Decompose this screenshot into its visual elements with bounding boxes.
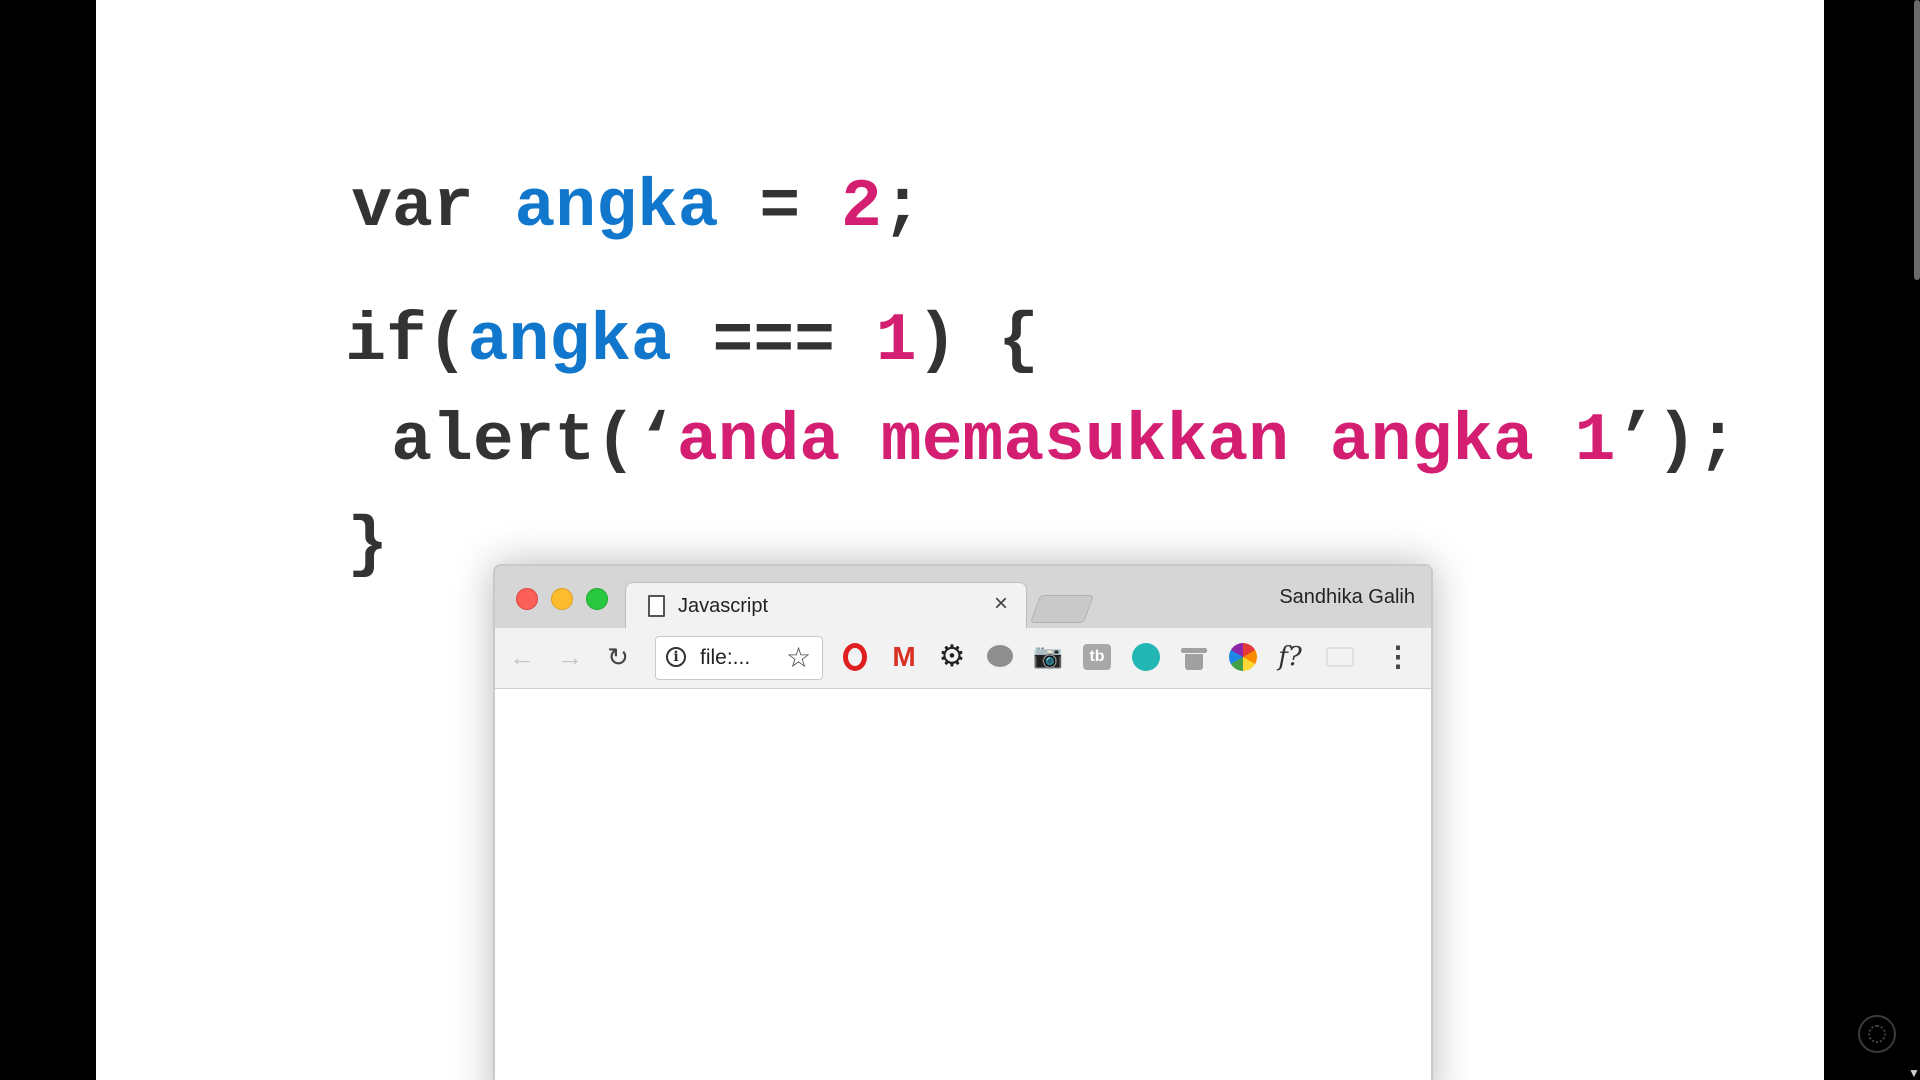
camera-extension-icon[interactable]: 📷 <box>1033 642 1063 672</box>
trash-extension-icon[interactable] <box>1179 642 1209 672</box>
forward-arrow-icon[interactable]: → <box>555 642 585 672</box>
slide: var angka = 2; if(angka === 1) { alert(‘… <box>96 0 1824 1080</box>
font-identifier-extension-icon[interactable]: f? <box>1275 642 1305 672</box>
code-line-3: alert(‘anda memasukkan angka 1’); <box>228 322 1738 562</box>
minimize-window-button[interactable] <box>551 588 573 610</box>
new-tab-button[interactable] <box>1029 595 1095 623</box>
code-token: anda memasukkan angka 1 <box>676 403 1616 480</box>
address-bar[interactable]: i file:... ☆ <box>655 636 823 680</box>
browser-toolbar: ← → ↻ i file:... ☆ M ⚙ 📷 tb f? ⋮ <box>495 628 1431 689</box>
scroll-down-arrow-icon[interactable]: ▼ <box>1908 1066 1920 1080</box>
gear-extension-icon[interactable]: ⚙ <box>937 642 967 672</box>
scrollbar-thumb[interactable] <box>1914 0 1920 280</box>
browser-titlebar: Javascript × Sandhika Galih <box>495 566 1431 631</box>
document-icon <box>648 595 665 617</box>
gmail-extension-icon[interactable]: M <box>889 642 919 672</box>
browser-window: Javascript × Sandhika Galih ← → ↻ i file… <box>493 564 1433 1080</box>
zoom-window-button[interactable] <box>586 588 608 610</box>
profile-name[interactable]: Sandhika Galih <box>1279 586 1415 609</box>
info-icon[interactable]: i <box>666 647 686 667</box>
reload-icon[interactable]: ↻ <box>603 642 633 672</box>
channel-watermark-logo <box>1858 1015 1896 1053</box>
close-window-button[interactable] <box>516 588 538 610</box>
tab-javascript[interactable]: Javascript × <box>625 582 1027 631</box>
menu-dots-icon[interactable]: ⋮ <box>1383 642 1413 672</box>
tb-extension-icon[interactable]: tb <box>1082 642 1112 672</box>
tab-title: Javascript <box>678 595 769 617</box>
code-token: alert(‘ <box>391 403 677 480</box>
teal-circle-extension-icon[interactable] <box>1131 642 1161 672</box>
code-line-4: } <box>184 426 388 666</box>
tb-extension-label: tb <box>1083 644 1111 670</box>
back-arrow-icon[interactable]: ← <box>507 642 537 672</box>
folder-extension-icon[interactable] <box>1325 642 1355 672</box>
bookmark-star-icon[interactable]: ☆ <box>786 641 811 674</box>
chat-bubble-extension-icon[interactable] <box>985 642 1015 672</box>
code-token: } <box>347 507 389 584</box>
url-text[interactable]: file:... <box>700 646 750 670</box>
tab-close-icon[interactable]: × <box>994 592 1008 616</box>
browser-page-content <box>495 689 1431 1080</box>
color-wheel-extension-icon[interactable] <box>1228 642 1258 672</box>
opera-extension-icon[interactable] <box>840 642 870 672</box>
code-token: ’); <box>1615 403 1738 480</box>
